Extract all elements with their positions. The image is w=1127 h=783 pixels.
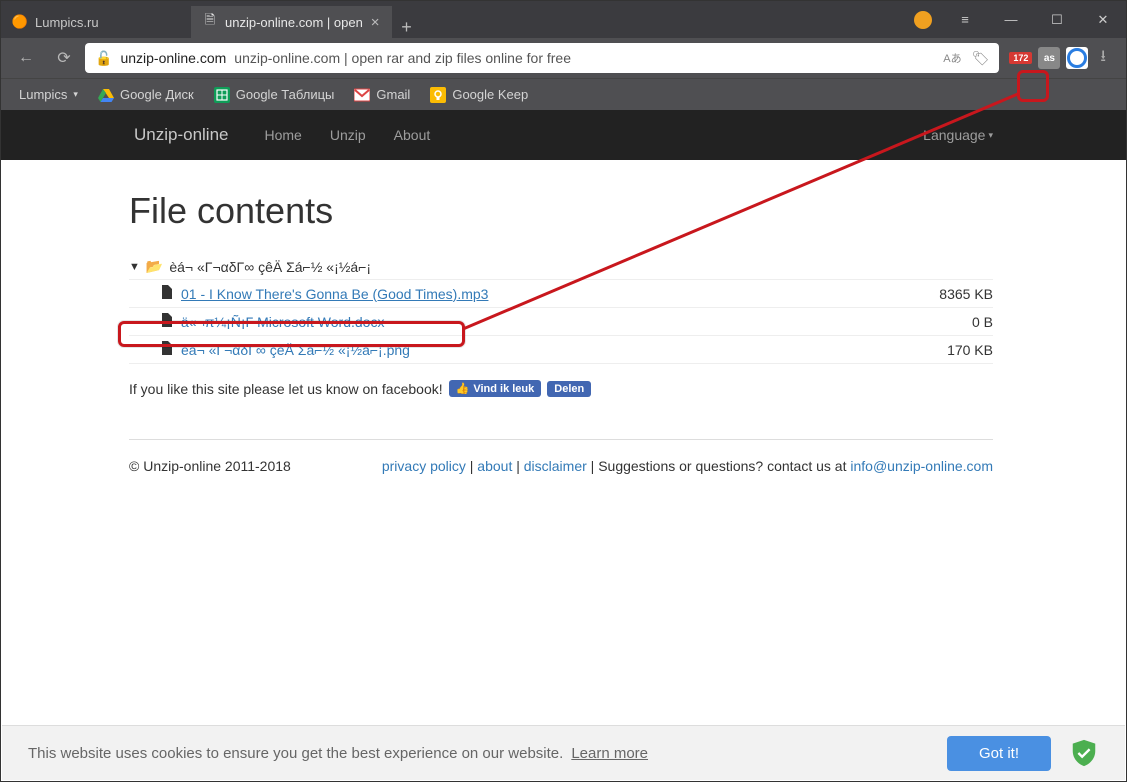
file-size: 170 KB xyxy=(947,342,993,358)
footer-privacy[interactable]: privacy policy xyxy=(382,458,466,474)
file-size: 0 B xyxy=(972,314,993,330)
cookie-banner: This website uses cookies to ensure you … xyxy=(2,725,1125,780)
gmail-icon xyxy=(354,87,370,103)
file-row: ä«¬π¼¡Ñ¡Γ Microsoft Word.docx 0 B xyxy=(129,307,993,335)
download-icon[interactable]: ⭳ xyxy=(1094,45,1112,72)
facebook-like-button[interactable]: 👍 Vind ik leuk xyxy=(449,380,542,397)
new-tab-button[interactable]: + xyxy=(392,17,422,38)
chevron-down-icon: ▾ xyxy=(988,130,993,141)
globe-icon: 🟠 xyxy=(13,15,27,29)
chevron-down-icon: ▾ xyxy=(73,89,78,100)
bookmark-google-drive[interactable]: Google Диск xyxy=(90,83,202,107)
file-link[interactable]: 01 - I Know There's Gonna Be (Good Times… xyxy=(181,286,488,302)
bookmark-label: Gmail xyxy=(376,87,410,102)
url-domain: unzip-online.com xyxy=(120,50,226,66)
language-dropdown[interactable]: Language ▾ xyxy=(923,127,993,143)
divider xyxy=(129,439,993,440)
tab-unzip-online[interactable]: 🗎 unzip-online.com | open × xyxy=(191,6,392,38)
thumbs-up-icon: 👍 xyxy=(456,382,470,395)
back-button[interactable]: ← xyxy=(9,43,43,73)
footer-disclaimer[interactable]: disclaimer xyxy=(524,458,587,474)
lock-icon: 🔓 xyxy=(95,50,112,67)
bookmark-google-sheets[interactable]: Google Таблицы xyxy=(206,83,343,107)
url-input[interactable]: 🔓 unzip-online.com unzip-online.com | op… xyxy=(85,43,999,73)
sheets-icon xyxy=(214,87,230,103)
page-heading: File contents xyxy=(129,190,993,232)
bookmark-icon[interactable]: 🏷 xyxy=(972,50,990,67)
file-size: 8365 KB xyxy=(939,286,993,302)
file-link[interactable]: ä«¬π¼¡Ñ¡Γ Microsoft Word.docx xyxy=(181,314,384,330)
extension-orange-icon[interactable] xyxy=(914,11,932,29)
keep-icon xyxy=(430,87,446,103)
maximize-button[interactable]: ☐ xyxy=(1034,1,1080,38)
facebook-row: If you like this site please let us know… xyxy=(129,372,993,411)
caret-down-icon: ▼ xyxy=(129,261,140,273)
copyright: © Unzip-online 2011-2018 xyxy=(129,458,291,474)
bookmark-label: Google Диск xyxy=(120,87,194,102)
facebook-share-button[interactable]: Delen xyxy=(547,381,591,397)
site-brand[interactable]: Unzip-online xyxy=(134,125,229,145)
site-navbar: Unzip-online Home Unzip About Language ▾ xyxy=(1,110,1126,160)
nav-about[interactable]: About xyxy=(380,127,445,143)
nav-home[interactable]: Home xyxy=(251,127,316,143)
bookmark-gmail[interactable]: Gmail xyxy=(346,83,418,107)
tab-lumpics[interactable]: 🟠 Lumpics.ru xyxy=(1,6,191,38)
bookmark-label: Google Keep xyxy=(452,87,528,102)
language-label: Language xyxy=(923,127,985,143)
url-title: unzip-online.com | open rar and zip file… xyxy=(234,50,571,66)
footer: © Unzip-online 2011-2018 privacy policy … xyxy=(129,458,993,474)
bookmark-lumpics[interactable]: Lumpics ▾ xyxy=(11,83,86,106)
page-content: File contents ▼ 📂 èá¬ «Γ¬αδΓ∞ çêÄ Σá⌐½ «… xyxy=(1,160,1126,474)
folder-icon: 📂 xyxy=(146,258,163,275)
drive-icon xyxy=(98,87,114,103)
nav-unzip[interactable]: Unzip xyxy=(316,127,380,143)
extension-badge[interactable]: 172 xyxy=(1009,52,1032,64)
bookmark-label: Lumpics xyxy=(19,87,67,102)
folder-row[interactable]: ▼ 📂 èá¬ «Γ¬αδΓ∞ çêÄ Σá⌐½ «¡½á⌐¡ xyxy=(129,254,993,279)
extensions-row: 172 as ⭳ xyxy=(1003,45,1118,72)
cookie-text: This website uses cookies to ensure you … xyxy=(28,745,563,762)
close-window-button[interactable]: ✕ xyxy=(1080,1,1126,38)
folder-name: èá¬ «Γ¬αδΓ∞ çêÄ Σá⌐½ «¡½á⌐¡ xyxy=(169,259,371,275)
file-link[interactable]: èá¬ «Γ¬αδΓ∞ çêÄ Σá⌐½ «¡½á⌐¡.png xyxy=(181,342,410,358)
window-controls: ≡ — ☐ ✕ xyxy=(914,1,1126,38)
footer-suggest: Suggestions or questions? contact us at xyxy=(598,458,850,474)
file-row: èá¬ «Γ¬αδΓ∞ çêÄ Σá⌐½ «¡½á⌐¡.png 170 KB xyxy=(129,335,993,364)
menu-button[interactable]: ≡ xyxy=(942,1,988,38)
file-icon xyxy=(161,285,173,302)
cookie-accept-button[interactable]: Got it! xyxy=(947,736,1051,771)
bookmark-label: Google Таблицы xyxy=(236,87,335,102)
shield-icon[interactable] xyxy=(1069,738,1099,768)
footer-links: privacy policy | about | disclaimer | Su… xyxy=(382,458,993,474)
page-icon: 🗎 xyxy=(203,15,217,29)
footer-about[interactable]: about xyxy=(477,458,512,474)
tab-title: Lumpics.ru xyxy=(35,15,99,30)
extension-lastfm-icon[interactable]: as xyxy=(1038,47,1060,69)
reload-button[interactable]: ⟳ xyxy=(47,43,81,73)
facebook-text: If you like this site please let us know… xyxy=(129,381,443,397)
file-row: 01 - I Know There's Gonna Be (Good Times… xyxy=(129,279,993,307)
file-tree: ▼ 📂 èá¬ «Γ¬αδΓ∞ çêÄ Σá⌐½ «¡½á⌐¡ 01 - I K… xyxy=(129,254,993,364)
file-icon xyxy=(161,313,173,330)
bookmark-google-keep[interactable]: Google Keep xyxy=(422,83,536,107)
extension-grammarly-icon[interactable] xyxy=(1066,47,1088,69)
titlebar: 🟠 Lumpics.ru 🗎 unzip-online.com | open ×… xyxy=(1,1,1126,38)
translate-icon[interactable]: Aあ xyxy=(943,50,961,66)
minimize-button[interactable]: — xyxy=(988,1,1034,38)
bookmarks-bar: Lumpics ▾ Google Диск Google Таблицы Gma… xyxy=(1,78,1126,110)
close-icon[interactable]: × xyxy=(371,14,380,31)
address-bar: ← ⟳ 🔓 unzip-online.com unzip-online.com … xyxy=(1,38,1126,78)
file-icon xyxy=(161,341,173,358)
cookie-learn-more[interactable]: Learn more xyxy=(571,745,648,762)
tab-title: unzip-online.com | open xyxy=(225,15,363,30)
footer-email[interactable]: info@unzip-online.com xyxy=(850,458,993,474)
